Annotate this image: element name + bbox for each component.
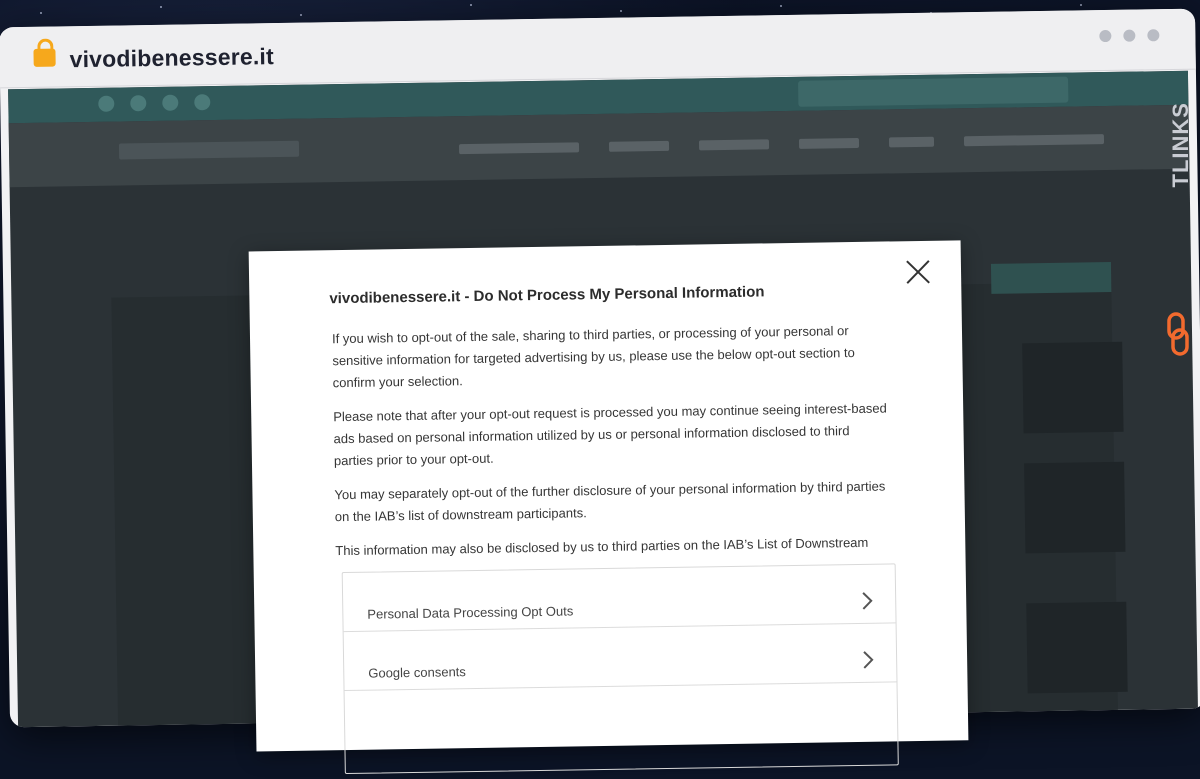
option-label: Personal Data Processing Opt Outs [367,603,574,622]
chevron-right-icon [863,651,874,669]
background-logo [118,140,300,160]
window-dot-icon[interactable] [1147,29,1160,42]
link-icon[interactable] [1166,312,1190,356]
background-nav-item [458,142,580,155]
background-thumbnail [1026,601,1128,694]
social-icon [98,95,115,112]
window-dot-icon[interactable] [1099,29,1112,43]
brand-text: TLINKS [1168,102,1193,188]
background-nav-item [888,136,935,148]
modal-paragraph: You may separately opt-out of the furthe… [334,478,886,525]
social-icon [162,94,179,111]
lock-icon [33,48,56,67]
background-nav-item [963,134,1105,147]
chevron-right-icon [862,592,873,610]
modal-paragraph: This information may also be disclosed b… [335,534,869,559]
privacy-modal: vivodibenessere.it - Do Not Process My P… [248,240,969,775]
background-nav-item [608,140,670,152]
close-icon [906,260,930,284]
address-bar-url[interactable]: vivodibenessere.it [69,43,274,73]
background-search-box [798,76,1069,107]
background-nav-item [798,137,860,149]
modal-paragraph: Please note that after your opt-out requ… [333,400,887,469]
background-button [990,261,1112,294]
brand-sidebar: TLINKS [1156,62,1200,712]
opt-out-options-list: Personal Data Processing Opt Outs Google… [341,563,899,775]
option-google-consents[interactable]: Google consents [343,623,897,692]
option-label: Google consents [368,664,466,681]
background-thumbnail [1024,461,1126,554]
background-thumbnail [1022,341,1124,434]
window-dot-icon[interactable] [1123,29,1136,42]
social-icon [130,95,147,112]
modal-title: vivodibenessere.it - Do Not Process My P… [329,283,765,308]
close-button[interactable] [905,259,931,285]
window-controls [1099,29,1160,43]
social-icon [194,94,211,111]
background-nav-item [698,139,770,151]
modal-paragraph: If you wish to opt-out of the sale, shar… [331,323,855,391]
option-personal-data-processing[interactable]: Personal Data Processing Opt Outs [342,564,896,633]
